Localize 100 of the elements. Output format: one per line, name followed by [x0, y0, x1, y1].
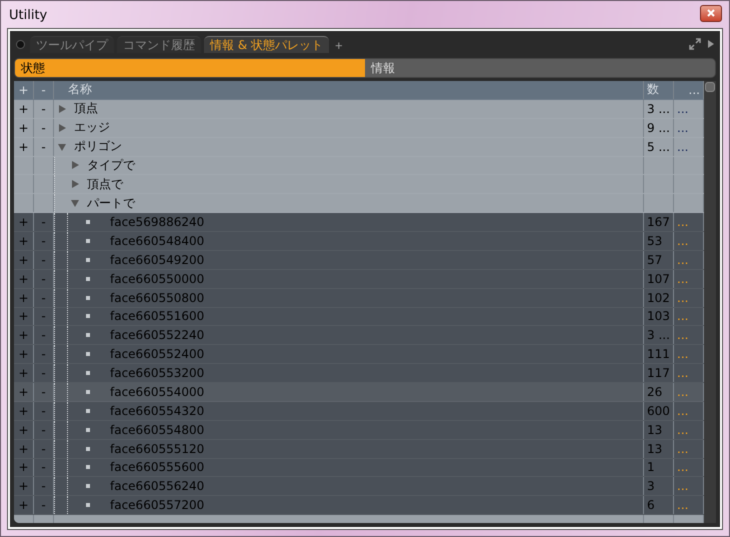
add-button[interactable]: + [18, 102, 29, 116]
expanded-triangle-icon[interactable] [71, 199, 79, 208]
more-button[interactable]: ... [677, 252, 688, 267]
add-button[interactable]: + [18, 460, 29, 474]
count-text: 600 [647, 404, 670, 418]
tree-row[interactable]: + - face660554000 26 ... [14, 383, 704, 402]
tree-row[interactable]: + - face660555120 13 ... [14, 440, 704, 458]
add-button[interactable]: + [18, 442, 29, 456]
remove-button[interactable]: - [41, 140, 46, 154]
add-button[interactable]: + [18, 215, 29, 230]
remove-button[interactable]: - [41, 215, 46, 230]
tree-row[interactable]: + - face660551600 103 ... [14, 308, 704, 326]
more-button[interactable]: ... [677, 328, 688, 342]
add-button[interactable]: + [18, 498, 29, 512]
tab[interactable]: コマンド履歴 [117, 36, 201, 53]
more-button[interactable]: ... [677, 120, 688, 135]
remove-button[interactable]: - [41, 442, 46, 456]
tree-row[interactable]: + - face569886240 167 ... [14, 213, 704, 232]
add-button[interactable]: + [18, 384, 29, 399]
tab[interactable]: ツールパイプ [30, 36, 114, 53]
remove-button[interactable]: - [41, 384, 46, 399]
more-button[interactable]: ... [677, 479, 688, 494]
tree-row[interactable]: + - face660550800 102 ... [14, 288, 704, 308]
add-button[interactable]: + [18, 290, 29, 305]
remove-button[interactable]: - [41, 272, 46, 286]
remove-button[interactable]: - [41, 120, 46, 135]
item-name: 頂点で [86, 176, 123, 193]
remove-button[interactable]: - [41, 347, 46, 362]
more-button[interactable]: ... [677, 366, 688, 380]
remove-button[interactable]: - [41, 498, 46, 512]
collapsed-triangle-icon[interactable] [58, 124, 66, 132]
add-button[interactable]: + [18, 328, 29, 342]
add-button[interactable]: + [18, 347, 29, 362]
add-button[interactable]: + [18, 366, 29, 380]
remove-button[interactable]: - [41, 309, 46, 324]
scrollbar[interactable] [704, 81, 716, 523]
close-icon[interactable] [707, 9, 715, 17]
more-button[interactable]: ... [677, 140, 688, 154]
more-button[interactable]: ... [677, 460, 688, 474]
remove-button[interactable]: - [41, 366, 46, 380]
item-name: face660554000 [109, 384, 204, 401]
collapsed-triangle-icon[interactable] [71, 161, 79, 170]
tree-row[interactable]: + - face660552240 3 ... ... [14, 326, 704, 346]
add-tab-button[interactable]: + [332, 38, 346, 53]
remove-button[interactable]: - [41, 404, 46, 418]
add-button[interactable]: + [18, 309, 29, 324]
remove-button[interactable]: - [41, 290, 46, 305]
more-button[interactable]: ... [677, 234, 688, 248]
leaf-square-icon [86, 314, 90, 318]
mode-tab[interactable]: 状態 [15, 59, 365, 77]
more-button[interactable]: ... [677, 215, 688, 230]
tree-row[interactable]: + - face660552400 111 ... [14, 345, 704, 364]
more-button[interactable]: ... [677, 347, 688, 362]
add-button[interactable]: + [18, 140, 29, 154]
item-name: face660552400 [109, 346, 204, 364]
close-button[interactable] [700, 4, 722, 22]
more-button[interactable]: ... [677, 102, 688, 116]
more-button[interactable]: ... [677, 422, 688, 437]
tree-row[interactable]: + - face660557200 6 ... [14, 496, 704, 516]
add-button[interactable]: + [18, 272, 29, 286]
add-button[interactable]: + [18, 120, 29, 135]
more-button[interactable]: ... [677, 290, 688, 305]
tree-row[interactable]: + - face660554320 600 ... [14, 402, 704, 421]
remove-button[interactable]: - [41, 460, 46, 474]
add-button[interactable]: + [18, 422, 29, 437]
expand-icon[interactable] [689, 38, 701, 50]
tree-row[interactable]: + - face660550000 107 ... [14, 270, 704, 289]
tree-row[interactable]: + - face660548400 53 ... [14, 232, 704, 251]
more-button[interactable]: ... [677, 384, 688, 399]
add-button[interactable]: + [18, 479, 29, 494]
tree-row[interactable]: + - face660553200 117 ... [14, 364, 704, 383]
count-text: 3 [647, 479, 655, 494]
expanded-triangle-icon[interactable] [58, 142, 66, 151]
tab[interactable]: 情報 & 状態パレット [204, 36, 329, 53]
remove-button[interactable]: - [41, 102, 46, 116]
tree-row[interactable]: + - face660556240 3 ... [14, 477, 704, 496]
add-button[interactable]: + [18, 252, 29, 267]
right-arrow-icon[interactable] [708, 40, 714, 48]
tree-row[interactable]: + - face660555600 1 ... [14, 458, 704, 478]
tree-row[interactable]: + - face660549200 57 ... [14, 250, 704, 270]
remove-button[interactable]: - [41, 234, 46, 248]
more-button[interactable]: ... [677, 272, 688, 286]
remove-button[interactable]: - [41, 328, 46, 342]
count-text: 13 [647, 442, 662, 456]
remove-button[interactable]: - [41, 479, 46, 494]
collapsed-triangle-icon[interactable] [58, 104, 66, 113]
add-button[interactable]: + [18, 404, 29, 418]
more-button[interactable]: ... [677, 404, 688, 418]
item-name: face660555600 [109, 459, 204, 476]
remove-button[interactable]: - [41, 422, 46, 437]
tree-row[interactable]: + - face660554800 13 ... [14, 420, 704, 440]
more-button[interactable]: ... [677, 498, 688, 512]
collapsed-triangle-icon[interactable] [71, 180, 79, 188]
leaf-square-icon [86, 333, 90, 338]
count-text: 107 [647, 272, 670, 286]
remove-button[interactable]: - [41, 252, 46, 267]
count-text: 1 [647, 460, 655, 474]
more-button[interactable]: ... [677, 309, 688, 324]
add-button[interactable]: + [18, 234, 29, 248]
more-button[interactable]: ... [677, 442, 688, 456]
